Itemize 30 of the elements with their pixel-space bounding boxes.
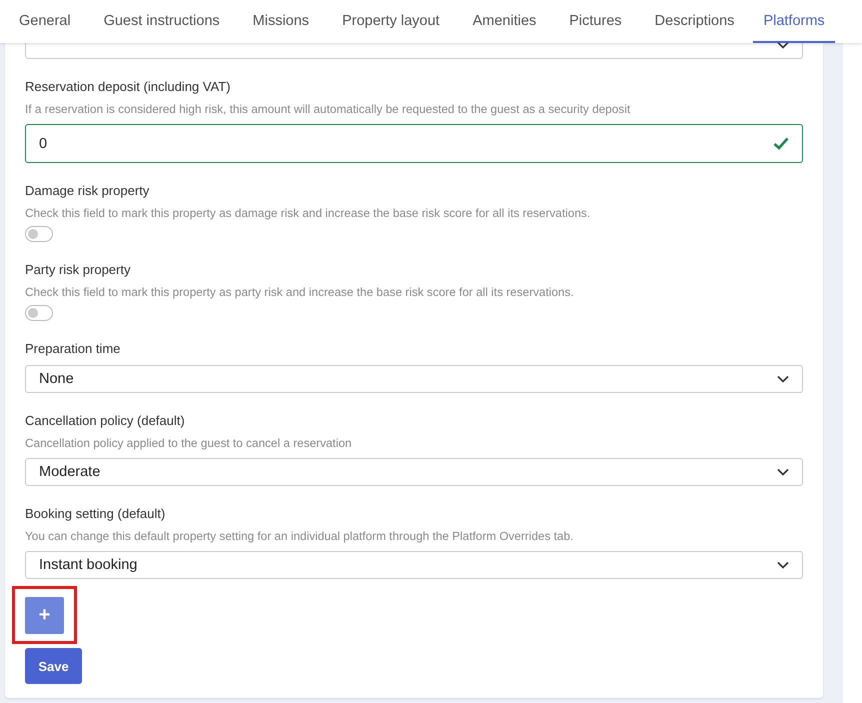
save-button[interactable]: Save — [25, 648, 82, 684]
field-label: Party risk property — [25, 262, 132, 277]
tab[interactable]: Missions — [238, 0, 324, 43]
chevron-down-icon — [777, 561, 789, 569]
field-label: Booking setting (default) — [25, 506, 166, 521]
dropdown[interactable]: None — [25, 365, 803, 393]
field-label: Reservation deposit (including VAT) — [25, 79, 232, 94]
checkmark-icon — [773, 137, 789, 150]
tab[interactable]: General — [19, 0, 85, 43]
dropdown[interactable]: Moderate — [25, 458, 803, 486]
help-text: Check this field to mark this property as party risk and increase the base risk score for all its reservations. — [25, 285, 575, 299]
help-text: You can change this default property setting for an individual platform through the Platform Overrides tab. — [25, 529, 574, 543]
toggle-switch[interactable] — [25, 226, 53, 242]
text-field[interactable]: 0 — [25, 124, 803, 163]
field-label: Damage risk property — [25, 183, 150, 198]
help-text: Cancellation policy applied to the guest to cancel a reservation — [25, 436, 353, 450]
chevron-down-icon — [777, 375, 789, 383]
tab[interactable]: Pictures — [555, 0, 636, 43]
dropdown[interactable]: Instant booking — [25, 551, 803, 579]
chevron-down-icon — [777, 468, 789, 476]
help-text: If a reservation is considered high risk, this amount will automatically be requested to the guest as a security deposit — [25, 102, 632, 116]
field-label: Cancellation policy (default) — [25, 413, 186, 428]
chevron-down-icon — [777, 43, 789, 49]
help-text: Check this field to mark this property as damage risk and increase the base risk score for all its reservations. — [25, 206, 592, 220]
tab[interactable]: Guest instructions — [90, 0, 234, 43]
tab[interactable]: Amenities — [458, 0, 550, 43]
field-label: Preparation time — [25, 341, 122, 356]
tab[interactable]: Descriptions — [640, 0, 748, 43]
tab[interactable]: Property layout — [328, 0, 454, 43]
toggle-switch[interactable] — [25, 305, 53, 321]
